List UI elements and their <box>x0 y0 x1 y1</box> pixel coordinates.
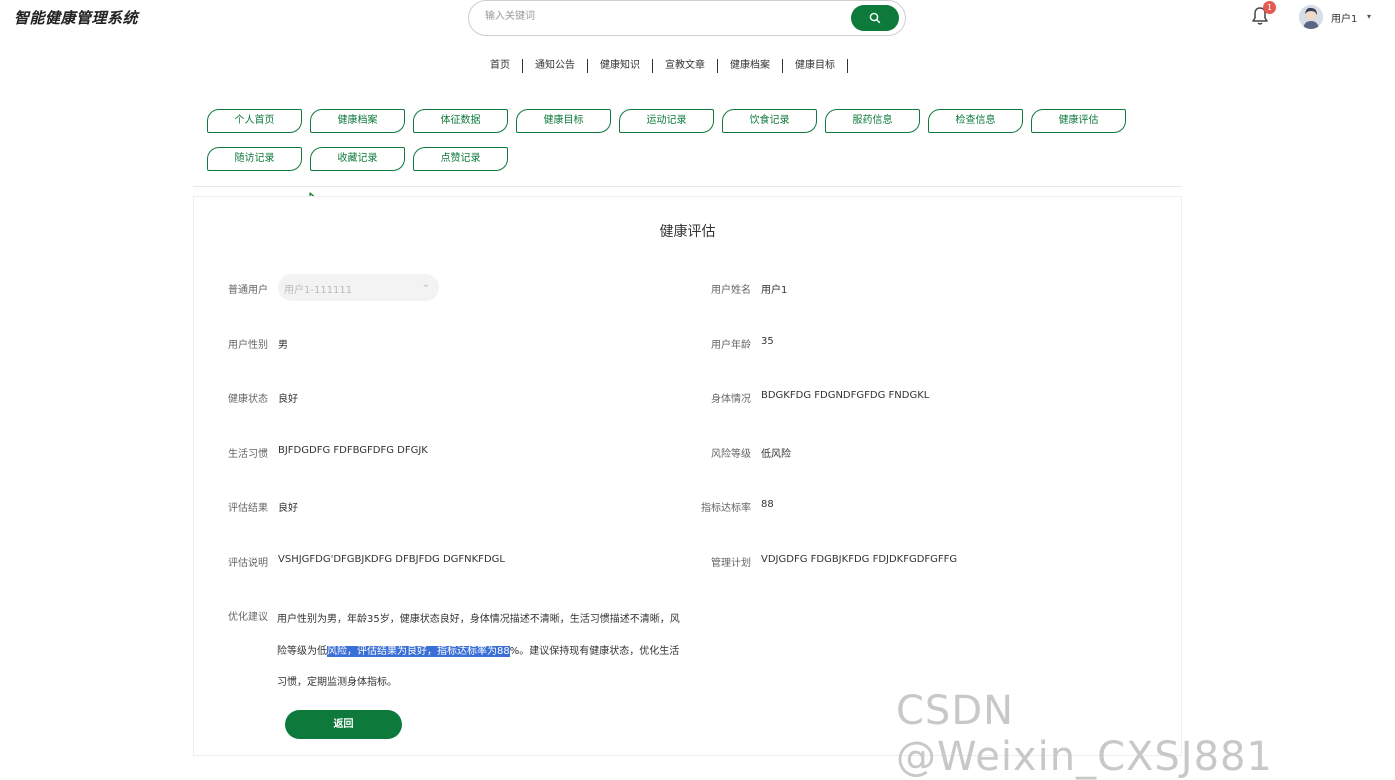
body-value: BDGKFDG FDGNDFGFDG FNDGKL <box>761 390 930 401</box>
user-select[interactable]: 用户1-111111 ⌄ <box>278 274 439 301</box>
notification-badge: 1 <box>1263 1 1276 14</box>
tab-medication[interactable]: 服药信息 <box>825 109 920 133</box>
back-button[interactable]: 返回 <box>285 710 402 739</box>
main-nav: 首页 通知公告 健康知识 宣教文章 健康档案 健康目标 <box>478 59 848 73</box>
chevron-down-icon[interactable]: ▾ <box>1367 12 1371 21</box>
desc-label: 评估说明 <box>228 558 268 569</box>
body-label: 身体情况 <box>711 394 751 405</box>
desc-value: VSHJGFDG'DFGBJKDFG DFBJFDG DGFNKFDGL <box>278 554 505 565</box>
health-status-label: 健康状态 <box>228 394 268 405</box>
tab-health-records[interactable]: 健康档案 <box>310 109 405 133</box>
nav-item-health-goals[interactable]: 健康目标 <box>783 59 848 73</box>
user-select-value: 用户1-111111 <box>284 285 353 296</box>
tab-favorites[interactable]: 收藏记录 <box>310 147 405 171</box>
tab-examination[interactable]: 检查信息 <box>928 109 1023 133</box>
plan-label: 管理计划 <box>711 558 751 569</box>
risk-label: 风险等级 <box>711 449 751 460</box>
plan-value: VDJGDFG FDGBJKFDG FDJDKFGDFGFFG <box>761 554 958 565</box>
page-title: 健康评估 <box>659 224 716 240</box>
nav-item-knowledge[interactable]: 健康知识 <box>588 59 653 73</box>
chevron-down-icon: ⌄ <box>421 279 430 290</box>
result-value: 良好 <box>278 503 298 514</box>
watermark: CSDN @Weixin_CXSJ881 <box>896 688 1273 780</box>
habit-value: BJFDGDFG FDFBGFDFG DFGJK <box>278 445 428 456</box>
gender-value: 男 <box>278 340 288 351</box>
user-avatar-icon <box>1299 5 1323 29</box>
tab-followup[interactable]: 随访记录 <box>207 147 302 171</box>
result-label: 评估结果 <box>228 503 268 514</box>
search-input[interactable] <box>483 10 847 23</box>
age-label: 用户年龄 <box>711 340 751 351</box>
habit-label: 生活习惯 <box>228 449 268 460</box>
tab-vital-signs[interactable]: 体征数据 <box>413 109 508 133</box>
gender-label: 用户性别 <box>228 340 268 351</box>
nav-item-articles[interactable]: 宣教文章 <box>653 59 718 73</box>
age-value: 35 <box>761 336 774 347</box>
rate-label: 指标达标率 <box>701 503 751 514</box>
nav-item-notices[interactable]: 通知公告 <box>523 59 588 73</box>
user-name-label: 用户姓名 <box>711 285 751 296</box>
tab-health-goals[interactable]: 健康目标 <box>516 109 611 133</box>
tab-exercise[interactable]: 运动记录 <box>619 109 714 133</box>
divider <box>193 186 1182 187</box>
risk-value: 低风险 <box>761 449 791 460</box>
tab-health-assessment[interactable]: 健康评估 <box>1031 109 1126 133</box>
tab-likes[interactable]: 点赞记录 <box>413 147 508 171</box>
tab-profile[interactable]: 个人首页 <box>207 109 302 133</box>
tab-diet[interactable]: 饮食记录 <box>722 109 817 133</box>
avatar[interactable] <box>1299 5 1323 29</box>
advice-label: 优化建议 <box>228 612 268 623</box>
advice-text-highlight: 风险，评估结果为良好，指标达标率为88 <box>327 645 510 657</box>
nav-item-health-records[interactable]: 健康档案 <box>718 59 783 73</box>
user-menu-name[interactable]: 用户1 <box>1331 10 1357 25</box>
user-name-value: 用户1 <box>761 285 788 296</box>
rate-value: 88 <box>761 499 774 510</box>
search-icon <box>869 12 881 24</box>
search-bar <box>468 0 906 36</box>
user-select-label: 普通用户 <box>228 285 268 296</box>
health-status-value: 良好 <box>278 394 298 405</box>
nav-item-home[interactable]: 首页 <box>478 59 523 73</box>
app-logo[interactable]: 智能健康管理系统 <box>14 7 138 28</box>
search-button[interactable] <box>851 5 899 31</box>
advice-text: 用户性别为男，年龄35岁，健康状态良好，身体情况描述不清晰，生活习惯描述不清晰，… <box>277 604 687 699</box>
